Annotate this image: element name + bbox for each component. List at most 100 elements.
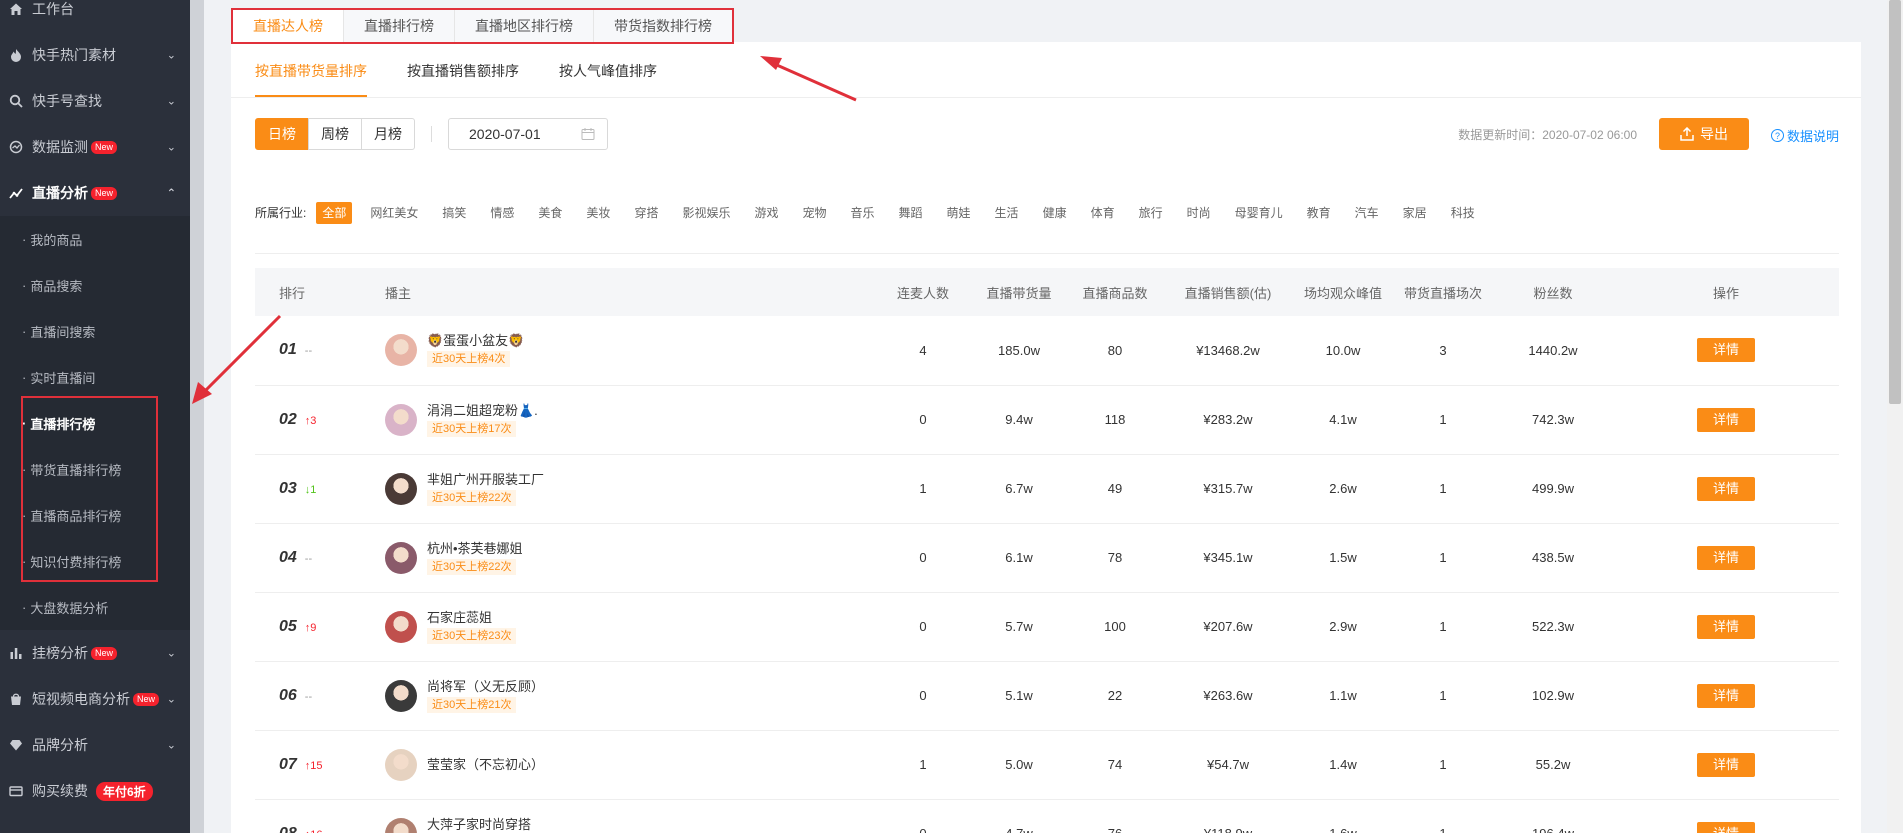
industry-option[interactable]: 全部	[316, 202, 353, 224]
detail-button[interactable]: 详情	[1697, 407, 1755, 432]
cell-volume: 5.0w	[971, 730, 1067, 800]
industry-option[interactable]: 科技	[1445, 202, 1481, 224]
tab-ranking-type-1[interactable]: 直播排行榜	[344, 10, 455, 42]
sidebar-subitem-1[interactable]: · 商品搜索	[0, 262, 190, 308]
sidebar-item-top-3[interactable]: 数据监测 New ⌄	[0, 124, 190, 170]
industry-option[interactable]: 舞蹈	[893, 202, 929, 224]
anchor-info[interactable]: 尚将军（义无反顾） 近30天上榜21次	[375, 679, 875, 713]
industry-option[interactable]: 家居	[1397, 202, 1433, 224]
industry-option[interactable]: 美食	[532, 202, 568, 224]
export-button[interactable]: 导出	[1659, 118, 1749, 150]
action-cell: 详情	[1613, 523, 1839, 593]
cell-sessions: 1	[1393, 730, 1493, 800]
anchor-info[interactable]: 大萍子家时尚穿搭近30天上榜3次	[375, 817, 875, 833]
anchor-cell: 🦁蛋蛋小盆友🦁 近30天上榜4次	[375, 316, 875, 386]
industry-option[interactable]: 旅行	[1133, 202, 1169, 224]
sidebar-item-label: 快手热门素材	[32, 47, 116, 63]
rank-count-tag: 近30天上榜4次	[427, 351, 511, 368]
cell-sales: ¥54.7w	[1163, 730, 1293, 800]
cell-goods: 80	[1067, 316, 1163, 386]
action-cell: 详情	[1613, 316, 1839, 386]
period-option-0[interactable]: 日榜	[255, 118, 309, 150]
sidebar-item-label: 快手号查找	[32, 93, 102, 109]
industry-option[interactable]: 母婴育儿	[1229, 202, 1289, 224]
date-picker[interactable]: 2020-07-01	[448, 118, 608, 150]
industry-option[interactable]: 汽车	[1349, 202, 1385, 224]
rank-cell: 03 ↓1	[255, 454, 375, 524]
cell-fans: 55.2w	[1493, 730, 1613, 800]
bar-chart-icon	[8, 645, 24, 661]
industry-option[interactable]: 美妆	[580, 202, 616, 224]
industry-option[interactable]: 萌娃	[941, 202, 977, 224]
detail-button[interactable]: 详情	[1697, 821, 1755, 833]
action-cell: 详情	[1613, 385, 1839, 455]
sidebar-item-bottom-1[interactable]: 短视频电商分析 New ⌄	[0, 676, 190, 722]
industry-option[interactable]: 时尚	[1181, 202, 1217, 224]
industry-option[interactable]: 健康	[1037, 202, 1073, 224]
cell-lianmai: 0	[875, 385, 971, 455]
detail-button[interactable]: 详情	[1697, 545, 1755, 570]
cell-volume: 5.1w	[971, 661, 1067, 731]
detail-button[interactable]: 详情	[1697, 614, 1755, 639]
upload-icon	[1680, 127, 1694, 141]
industry-option[interactable]: 网红美女	[364, 202, 424, 224]
period-option-2[interactable]: 月榜	[361, 118, 415, 150]
industry-option[interactable]: 游戏	[748, 202, 784, 224]
anchor-text: 石家庄蕊姐 近30天上榜23次	[427, 610, 517, 644]
anchor-info[interactable]: 杭州•茶芙巷娜姐 近30天上榜22次	[375, 541, 875, 575]
rank-cell: 01 --	[255, 316, 375, 386]
tab-sort-1[interactable]: 按直播销售额排序	[407, 61, 519, 97]
detail-button[interactable]: 详情	[1697, 752, 1755, 777]
sidebar-item-top-0[interactable]: 工作台	[0, 0, 190, 32]
sidebar-subitem-3[interactable]: · 实时直播间	[0, 354, 190, 400]
sidebar-scrollbar[interactable]	[190, 0, 204, 833]
chevron-icon: ⌄	[166, 647, 176, 660]
detail-button[interactable]: 详情	[1697, 338, 1755, 363]
tab-sort-0[interactable]: 按直播带货量排序	[255, 61, 367, 97]
sidebar-item-top-2[interactable]: 快手号查找 ⌄	[0, 78, 190, 124]
sidebar-item-top-4[interactable]: 直播分析 New ⌃	[0, 170, 190, 216]
tab-ranking-type-3[interactable]: 带货指数排行榜	[594, 10, 732, 42]
sidebar-subitem-0[interactable]: · 我的商品	[0, 216, 190, 262]
sidebar-item-bottom-0[interactable]: 挂榜分析 New ⌄	[0, 630, 190, 676]
page-scrollbar-thumb[interactable]	[1889, 0, 1901, 404]
industry-option[interactable]: 影视娱乐	[676, 202, 736, 224]
avatar	[385, 472, 417, 505]
tab-ranking-type-2[interactable]: 直播地区排行榜	[455, 10, 594, 42]
new-badge: New	[91, 186, 118, 200]
sidebar-item-label: 直播分析	[32, 185, 88, 201]
period-option-1[interactable]: 周榜	[308, 118, 362, 150]
detail-button[interactable]: 详情	[1697, 476, 1755, 501]
rank-number: 02	[279, 410, 297, 428]
industry-option[interactable]: 音乐	[845, 202, 881, 224]
trend-icon	[8, 185, 24, 201]
sidebar-item-top-1[interactable]: 快手热门素材 ⌄	[0, 32, 190, 78]
data-help-link[interactable]: ? 数据说明	[1770, 126, 1839, 145]
industry-option[interactable]: 穿搭	[628, 202, 664, 224]
sidebar-item-bottom-3[interactable]: 购买续费 年付6折	[0, 768, 190, 814]
help-label: 数据说明	[1786, 129, 1839, 144]
industry-option[interactable]: 情感	[484, 202, 520, 224]
tab-sort-2[interactable]: 按人气峰值排序	[559, 61, 657, 97]
anchor-info[interactable]: 芈姐广州开服装工厂 近30天上榜22次	[375, 472, 875, 506]
tab-ranking-type-0[interactable]: 直播达人榜	[233, 10, 344, 42]
chevron-icon: ⌃	[166, 187, 176, 200]
rank-count-tag: 近30天上榜21次	[427, 696, 517, 713]
table-row: 04 -- 杭州•茶芙巷娜姐 近30天上榜22次 0 6.1w 78 ¥345.1w 1.5w 1…	[255, 523, 1839, 593]
sidebar-subitem-2[interactable]: · 直播间搜索	[0, 308, 190, 354]
industry-option[interactable]: 体育	[1085, 202, 1121, 224]
industry-option[interactable]: 宠物	[796, 202, 832, 224]
detail-button[interactable]: 详情	[1697, 683, 1755, 708]
industry-option[interactable]: 教育	[1301, 202, 1337, 224]
anchor-info[interactable]: 涓涓二姐超宠粉👗. 近30天上榜17次	[375, 403, 875, 437]
bullet-icon: ·	[22, 323, 27, 339]
cell-sessions: 1	[1393, 454, 1493, 524]
industry-option[interactable]: 生活	[989, 202, 1025, 224]
anchor-info[interactable]: 莹莹家（不忘初心）	[375, 748, 875, 781]
rank-number: 01	[279, 341, 297, 359]
anchor-info[interactable]: 石家庄蕊姐 近30天上榜23次	[375, 610, 875, 644]
industry-option[interactable]: 搞笑	[436, 202, 472, 224]
anchor-info[interactable]: 🦁蛋蛋小盆友🦁 近30天上榜4次	[375, 333, 875, 368]
sidebar-subitem-8[interactable]: · 大盘数据分析	[0, 584, 190, 630]
sidebar-item-bottom-2[interactable]: 品牌分析 ⌄	[0, 722, 190, 768]
